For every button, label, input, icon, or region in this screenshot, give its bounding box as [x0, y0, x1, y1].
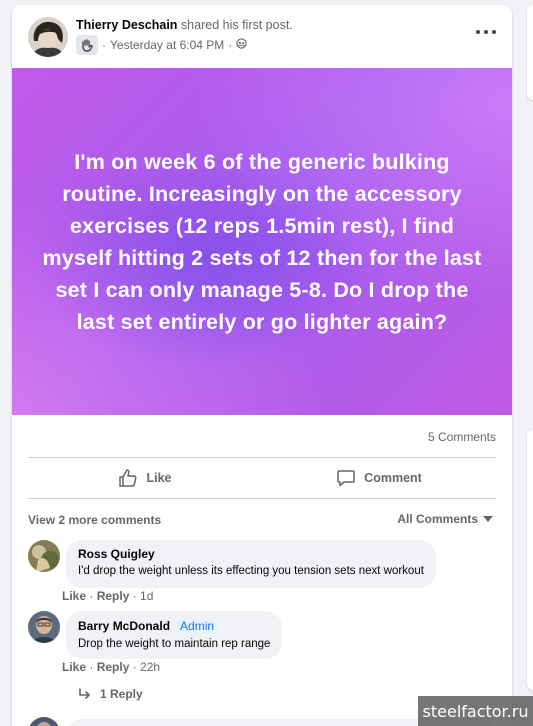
view-more-comments-link[interactable]: View 2 more comments	[28, 513, 161, 527]
dot-icon	[476, 30, 480, 34]
comment-text: Drop the weight to maintain rep range	[78, 638, 271, 650]
post-meta: · Yesterday at 6:04 PM ·	[76, 35, 247, 55]
more-options-button[interactable]	[476, 27, 496, 37]
comment-age[interactable]: 1d	[140, 589, 153, 603]
dot-icon	[484, 30, 488, 34]
current-user-avatar[interactable]	[28, 717, 60, 726]
status-text: I'm on week 6 of the generic bulking rou…	[42, 149, 482, 334]
comment-filter-label: All Comments	[397, 512, 478, 526]
author-avatar[interactable]	[28, 17, 68, 57]
site-watermark: steelfactor.ru	[418, 696, 533, 726]
comment-reply-link[interactable]: Reply	[97, 589, 130, 603]
all-comments-dropdown[interactable]: All Comments	[397, 512, 494, 526]
post-card: Thierry Deschain shared his first post. …	[12, 5, 512, 726]
commenter-avatar[interactable]	[28, 540, 60, 572]
meta-separator: ·	[102, 38, 106, 52]
comment-actions: Like · Reply · 22h	[62, 660, 161, 674]
admin-badge: Admin	[176, 618, 219, 634]
thumbs-up-icon	[119, 469, 137, 487]
commenter-name[interactable]: Ross Quigley	[78, 547, 424, 561]
divider	[28, 498, 496, 499]
meta-separator: ·	[228, 38, 233, 52]
action-bar: Like Comment	[28, 458, 496, 498]
author-name[interactable]: Thierry Deschain	[76, 18, 177, 32]
comment-like-link[interactable]: Like	[62, 660, 86, 674]
status-background[interactable]: I'm on week 6 of the generic bulking rou…	[12, 68, 512, 415]
post-action-text: shared his first post.	[180, 18, 293, 32]
like-label: Like	[146, 471, 172, 485]
reply-arrow-icon	[79, 688, 90, 699]
dot-icon	[492, 30, 496, 34]
comment-bubble: Ross Quigley I'd drop the weight unless …	[66, 540, 436, 588]
comment-bubble: Barry McDonald Admin Drop the weight to …	[66, 611, 283, 659]
commenter-name-text: Barry McDonald	[78, 619, 171, 633]
like-button[interactable]: Like	[28, 458, 262, 498]
caret-down-icon	[483, 516, 493, 522]
post-header: Thierry Deschain shared his first post. …	[12, 5, 512, 68]
comment-like-link[interactable]: Like	[62, 589, 86, 603]
right-column-card	[527, 430, 533, 690]
comment-label: Comment	[364, 471, 422, 485]
comment-actions: Like · Reply · 1d	[62, 589, 154, 603]
comment-age[interactable]: 22h	[140, 660, 160, 674]
view-replies-link[interactable]: 1 Reply	[78, 687, 143, 701]
replies-count: 1 Reply	[100, 687, 143, 701]
commenter-name-text: Ross Quigley	[78, 547, 155, 561]
waving-hand-icon[interactable]	[76, 35, 98, 55]
right-column-card	[527, 5, 533, 100]
commenter-avatar[interactable]	[28, 611, 60, 643]
author-line: Thierry Deschain shared his first post.	[76, 18, 293, 32]
commenter-name[interactable]: Barry McDonald Admin	[78, 618, 270, 634]
members-icon[interactable]	[236, 38, 247, 52]
post-timestamp[interactable]: Yesterday at 6:04 PM	[110, 38, 224, 52]
comment-text: I'd drop the weight unless its effecting…	[78, 565, 424, 577]
comment-reply-link[interactable]: Reply	[97, 660, 130, 674]
comment-count[interactable]: 5 Comments	[428, 430, 496, 444]
comment-button[interactable]: Comment	[262, 458, 496, 498]
comment-bubble-icon	[337, 470, 355, 487]
